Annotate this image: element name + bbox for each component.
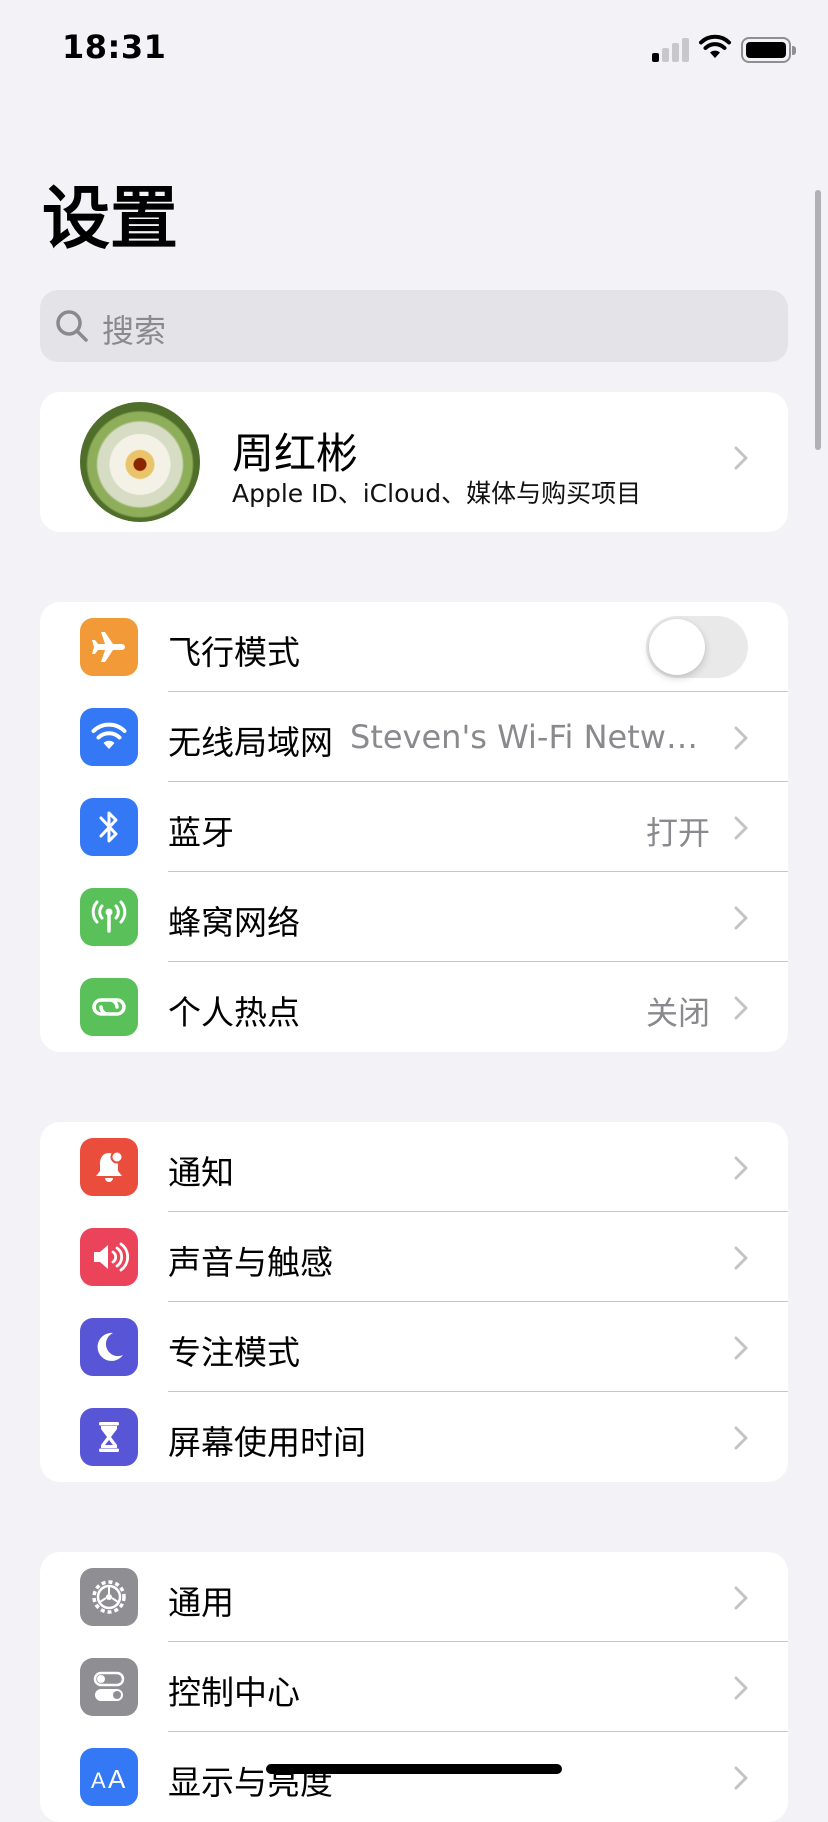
battery-icon <box>741 37 796 63</box>
settings-row-label: 通用 <box>168 1583 234 1622</box>
settings-row-label: 专注模式 <box>168 1333 300 1372</box>
apple-id-profile-row[interactable]: 周红彬 Apple ID、iCloud、媒体与购买项目 <box>40 392 788 532</box>
chevron-right-icon <box>734 1766 748 1790</box>
cellular-signal-icon <box>652 38 690 62</box>
settings-row-personal-hotspot[interactable]: 个人热点 关闭 <box>40 962 788 1052</box>
speaker-icon <box>80 1228 138 1286</box>
svg-text:A: A <box>108 1764 126 1794</box>
bluetooth-icon <box>80 798 138 856</box>
profile-name: 周红彬 <box>232 429 359 478</box>
settings-row-general[interactable]: 通用 <box>40 1552 788 1642</box>
antenna-icon <box>80 888 138 946</box>
airplane-mode-toggle[interactable] <box>646 616 748 678</box>
chevron-right-icon <box>734 726 748 750</box>
settings-row-notifications[interactable]: 通知 <box>40 1122 788 1212</box>
settings-row-label: 控制中心 <box>168 1673 300 1712</box>
chevron-right-icon <box>734 996 748 1020</box>
chevron-right-icon <box>734 1586 748 1610</box>
chevron-right-icon <box>734 446 748 470</box>
settings-row-label: 个人热点 <box>168 993 300 1032</box>
general-section: 通用 控制中心 AA 显示与亮度 <box>40 1552 788 1822</box>
page-title: 设置 <box>42 180 179 259</box>
chevron-right-icon <box>734 1246 748 1270</box>
settings-row-wifi[interactable]: 无线局域网 Steven's Wi-Fi Netwo... <box>40 692 788 782</box>
profile-subtitle: Apple ID、iCloud、媒体与购买项目 <box>232 479 642 508</box>
wifi-network-name: Steven's Wi-Fi Netwo... <box>350 718 710 756</box>
hourglass-icon <box>80 1408 138 1466</box>
scroll-indicator[interactable] <box>815 190 821 450</box>
settings-row-label: 蓝牙 <box>168 813 234 852</box>
notifications-section: 通知 声音与触感 专注模式 屏幕使用时间 <box>40 1122 788 1482</box>
hotspot-status: 关闭 <box>645 994 710 1032</box>
settings-row-cellular[interactable]: 蜂窝网络 <box>40 872 788 962</box>
svg-text:A: A <box>91 1768 106 1793</box>
chevron-right-icon <box>734 1426 748 1450</box>
switches-icon <box>80 1658 138 1716</box>
chevron-right-icon <box>734 1156 748 1180</box>
home-indicator[interactable] <box>266 1764 562 1774</box>
search-field[interactable]: 搜索 <box>40 290 788 362</box>
settings-row-label: 屏幕使用时间 <box>168 1423 366 1462</box>
chevron-right-icon <box>734 1336 748 1360</box>
settings-row-focus[interactable]: 专注模式 <box>40 1302 788 1392</box>
settings-row-label: 飞行模式 <box>168 633 300 672</box>
settings-row-bluetooth[interactable]: 蓝牙 打开 <box>40 782 788 872</box>
hotspot-icon <box>80 978 138 1036</box>
settings-row-label: 蜂窝网络 <box>168 903 300 942</box>
settings-row-label: 无线局域网 <box>168 723 333 762</box>
avatar <box>80 402 200 522</box>
chevron-right-icon <box>734 816 748 840</box>
connectivity-section: 飞行模式 无线局域网 Steven's Wi-Fi Netwo... 蓝牙 打开… <box>40 602 788 1052</box>
settings-row-label: 声音与触感 <box>168 1243 333 1282</box>
settings-row-label: 通知 <box>168 1153 234 1192</box>
status-time: 18:31 <box>62 28 167 66</box>
search-placeholder: 搜索 <box>102 312 167 350</box>
gear-icon <box>80 1568 138 1626</box>
moon-icon <box>80 1318 138 1376</box>
chevron-right-icon <box>734 906 748 930</box>
status-bar: 18:31 <box>0 0 828 100</box>
wifi-icon <box>80 708 138 766</box>
chevron-right-icon <box>734 1676 748 1700</box>
settings-row-screen-time[interactable]: 屏幕使用时间 <box>40 1392 788 1482</box>
bell-icon <box>80 1138 138 1196</box>
settings-row-airplane-mode[interactable]: 飞行模式 <box>40 602 788 692</box>
airplane-icon <box>80 618 138 676</box>
search-icon <box>56 310 88 342</box>
text-size-icon: AA <box>80 1748 138 1806</box>
bluetooth-status: 打开 <box>645 814 710 852</box>
settings-row-sounds-haptics[interactable]: 声音与触感 <box>40 1212 788 1302</box>
settings-row-display-brightness[interactable]: AA 显示与亮度 <box>40 1732 788 1822</box>
settings-row-control-center[interactable]: 控制中心 <box>40 1642 788 1732</box>
wifi-status-icon <box>699 34 731 58</box>
